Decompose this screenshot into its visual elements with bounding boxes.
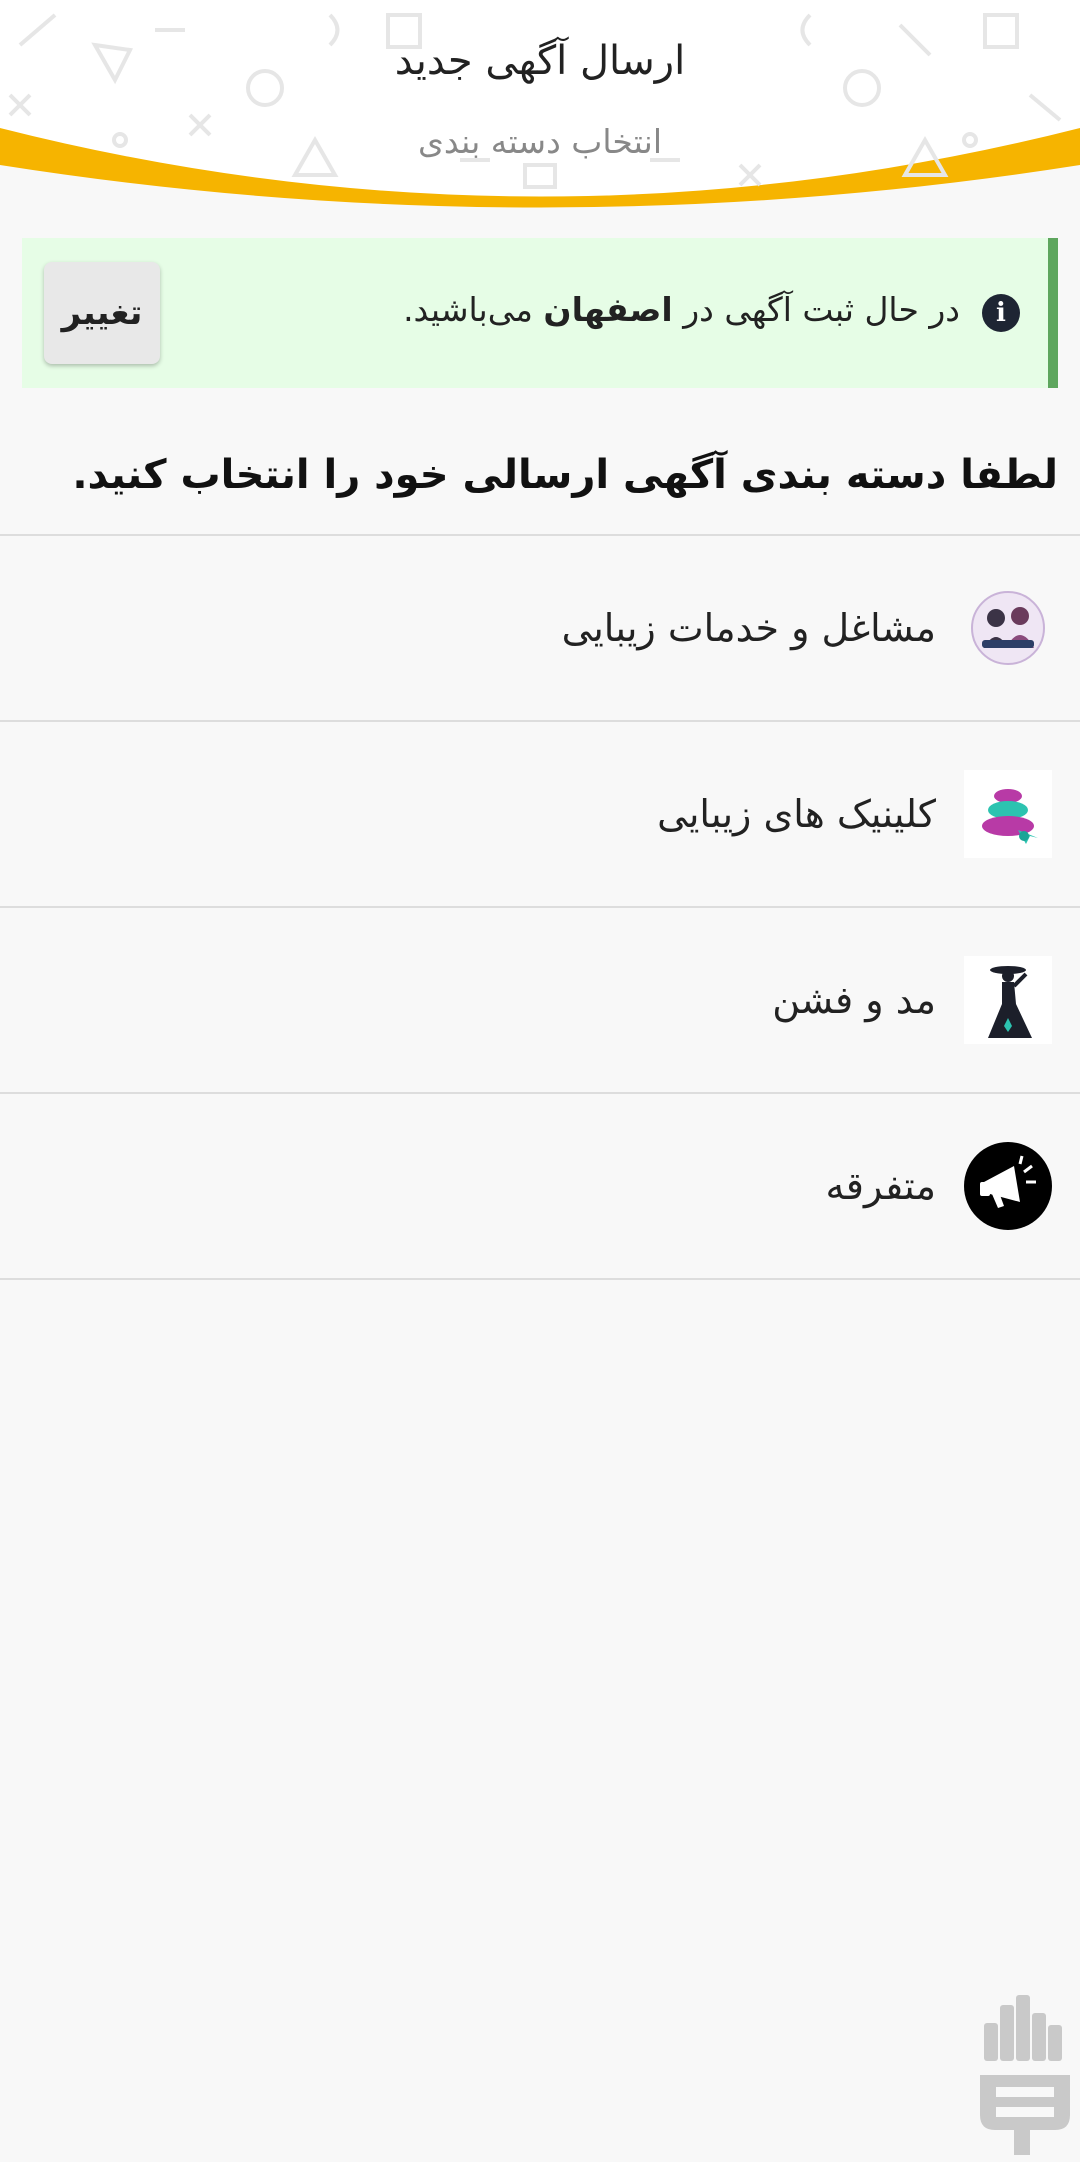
spa-stones-icon	[964, 770, 1052, 858]
category-item-beauty-clinics[interactable]: کلینیک های زیبایی	[0, 722, 1080, 908]
location-info-text: در حال ثبت آگهی در اصفهان می‌باشید.	[403, 290, 960, 329]
category-label: مد و فشن	[772, 978, 936, 1022]
new-ad-category-screen: ارسال آگهی جدید انتخاب دسته بندی i در حا…	[0, 0, 1080, 2162]
category-label: کلینیک های زیبایی	[657, 792, 936, 836]
app-brand-icon	[980, 1995, 1070, 2155]
category-list: مشاغل و خدمات زیبایی کلینیک های زیبایی م…	[0, 536, 1080, 1280]
beauty-services-logo-icon	[964, 584, 1052, 672]
megaphone-icon	[964, 1142, 1052, 1230]
app-header: ارسال آگهی جدید انتخاب دسته بندی	[0, 0, 1080, 215]
category-item-beauty-services[interactable]: مشاغل و خدمات زیبایی	[0, 536, 1080, 722]
location-info-banner: i در حال ثبت آگهی در اصفهان می‌باشید. تغ…	[22, 238, 1058, 388]
info-icon: i	[982, 294, 1020, 332]
category-label: متفرقه	[825, 1164, 936, 1208]
fashion-woman-icon	[964, 956, 1052, 1044]
category-label: مشاغل و خدمات زیبایی	[561, 606, 936, 650]
category-item-misc[interactable]: متفرقه	[0, 1094, 1080, 1280]
change-city-button[interactable]: تغییر	[44, 262, 160, 364]
header-background	[0, 0, 1080, 215]
category-prompt: لطفا دسته بندی آگهی ارسالی خود را انتخاب…	[72, 452, 1058, 498]
category-item-fashion[interactable]: مد و فشن	[0, 908, 1080, 1094]
page-title: ارسال آگهی جدید	[394, 38, 686, 84]
page-subtitle: انتخاب دسته بندی	[417, 122, 662, 161]
selected-city: اصفهان	[543, 290, 673, 329]
